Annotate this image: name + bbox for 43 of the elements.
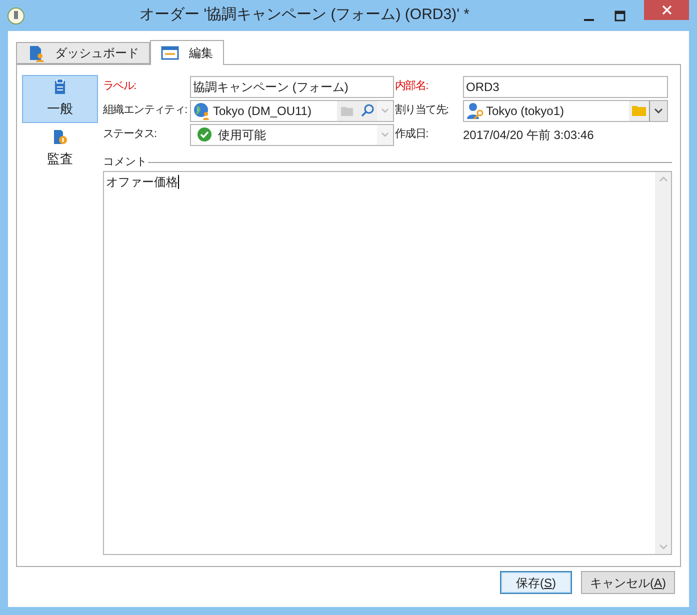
- status-dropdown[interactable]: 使用可能: [190, 124, 394, 146]
- maximize-icon: [614, 10, 626, 22]
- window-title: オーダー '協調キャンペーン (フォーム) (ORD3)' *: [138, 5, 470, 26]
- user-key-icon: [466, 102, 484, 120]
- sidebar-item[interactable]: 一般: [22, 75, 98, 123]
- folder-icon: [341, 106, 353, 116]
- field-label: 割り当て先:: [395, 102, 450, 118]
- check-circle-icon: [197, 127, 212, 142]
- dropdown-button[interactable]: [649, 100, 667, 120]
- scroll-up-icon: [658, 176, 668, 182]
- document-user-icon: [27, 44, 45, 62]
- tab[interactable]: 編集: [150, 40, 224, 65]
- section-label: コメント: [103, 154, 147, 170]
- close-icon: [662, 5, 672, 15]
- field-label: 内部名:: [395, 78, 429, 94]
- field-label: ラベル:: [103, 79, 137, 94]
- window-icon: [161, 46, 179, 60]
- scroll-down-icon: [658, 544, 668, 550]
- clipboard-icon: [54, 79, 66, 96]
- close-button[interactable]: [644, 0, 689, 20]
- globe-user-icon: [193, 102, 211, 120]
- field-label: 組織エンティティ:: [103, 103, 188, 118]
- minimize-icon: [584, 18, 594, 20]
- document-info-icon: [53, 129, 67, 146]
- chevron-down-icon: [654, 108, 663, 114]
- date-text: 2017/04/20 午前 3:03:46: [463, 126, 594, 144]
- field-label: ステータス:: [103, 127, 158, 142]
- chevron-down-icon: [377, 124, 393, 144]
- field-label: 作成日:: [395, 127, 429, 142]
- input-field[interactable]: 協調キャンペーン (フォーム): [190, 76, 394, 98]
- search-icon: [360, 104, 374, 117]
- tab[interactable]: ダッシュボード: [16, 42, 150, 64]
- dialog-button[interactable]: 保存(S): [500, 571, 572, 594]
- sidebar-item[interactable]: 監査: [22, 125, 98, 173]
- entity-field[interactable]: Tokyo (DM_OU11): [190, 100, 394, 122]
- chevron-down-icon: [377, 100, 393, 120]
- input-field[interactable]: ORD3: [463, 76, 668, 98]
- folder-icon: [632, 105, 646, 116]
- comment-textarea[interactable]: オファー価格: [103, 171, 672, 555]
- scrollbar[interactable]: [655, 172, 671, 554]
- app-icon: [7, 6, 25, 24]
- dialog-button[interactable]: キャンセル(A): [580, 571, 675, 594]
- assignee-field[interactable]: Tokyo (tokyo1): [463, 100, 668, 122]
